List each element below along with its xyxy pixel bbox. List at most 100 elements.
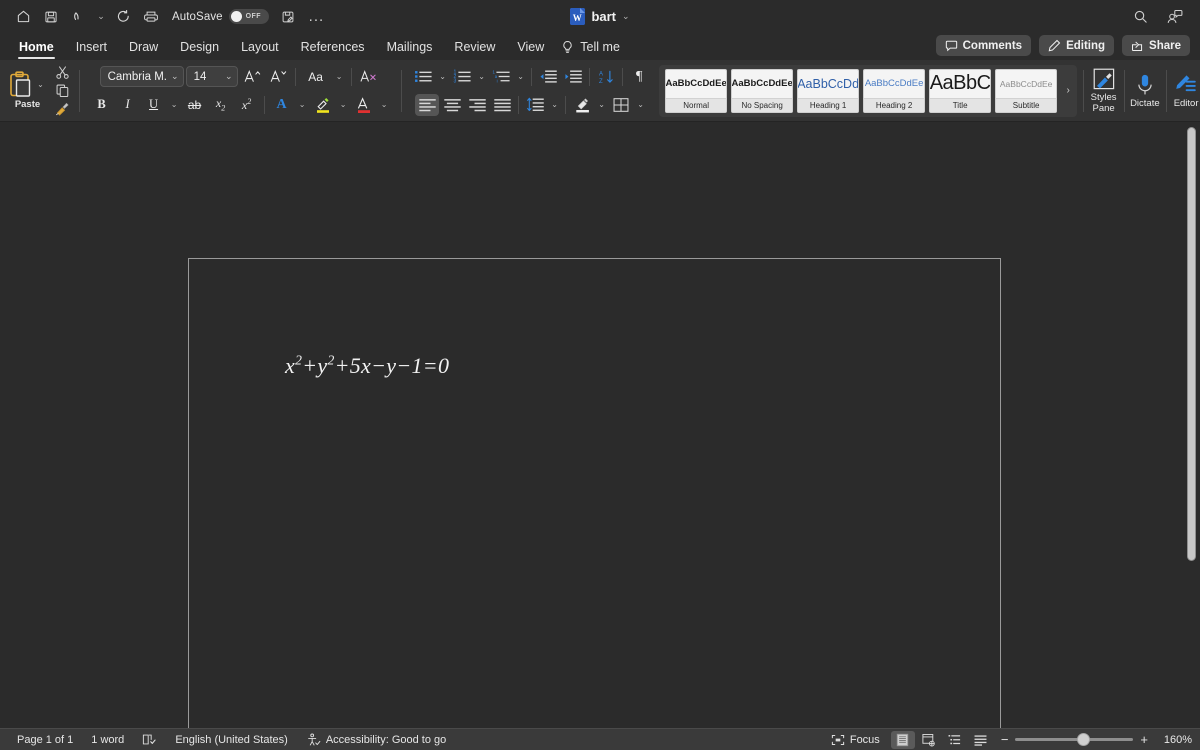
align-center-button[interactable] [440, 94, 464, 116]
format-painter-button[interactable] [51, 100, 73, 117]
save-as-icon[interactable] [275, 5, 301, 29]
subscript-button[interactable]: x2 [209, 94, 233, 116]
style-no-spacing[interactable]: AaBbCcDdEe No Spacing [731, 68, 794, 113]
text-effects-caret[interactable]: ⌄ [296, 94, 309, 116]
style-heading-1[interactable]: AaBbCcDd Heading 1 [797, 68, 860, 113]
zoom-handle[interactable] [1077, 733, 1091, 746]
bullets-caret[interactable]: ⌄ [436, 66, 449, 88]
italic-button[interactable]: I [116, 94, 140, 116]
decrease-indent-button[interactable] [536, 66, 560, 88]
shrink-font-button[interactable] [266, 66, 290, 88]
print-layout-view-button[interactable] [890, 730, 915, 749]
tab-references[interactable]: References [290, 40, 376, 60]
zoom-out-button[interactable]: − [1001, 733, 1009, 746]
sort-button[interactable]: A Z [594, 66, 618, 88]
style-heading-2[interactable]: AaBbCcDdEe Heading 2 [863, 68, 926, 113]
multilevel-caret[interactable]: ⌄ [514, 66, 527, 88]
cut-button[interactable] [51, 64, 73, 81]
show-formatting-marks-button[interactable]: ¶ [627, 66, 651, 88]
tab-layout[interactable]: Layout [230, 40, 290, 60]
page-indicator[interactable]: Page 1 of 1 [8, 731, 82, 749]
focus-mode-button[interactable]: Focus [822, 731, 889, 749]
superscript-button[interactable]: x2 [235, 94, 259, 116]
zoom-slider[interactable]: − + [995, 733, 1154, 746]
editing-button[interactable]: Editing [1039, 35, 1115, 56]
draft-view-button[interactable] [969, 731, 993, 749]
home-icon[interactable] [10, 5, 36, 29]
multilevel-list-button[interactable]: 1 a i [489, 66, 513, 88]
chevron-down-icon[interactable]: ⌄ [225, 71, 233, 82]
copy-button[interactable] [51, 82, 73, 99]
zoom-in-button[interactable]: + [1140, 733, 1148, 746]
styles-pane-button[interactable]: Styles Pane [1090, 60, 1118, 121]
line-spacing-button[interactable] [523, 94, 547, 116]
shading-button[interactable] [570, 94, 594, 116]
print-icon[interactable] [138, 5, 164, 29]
style-subtitle[interactable]: AaBbCcDdEe Subtitle [995, 68, 1058, 113]
word-count[interactable]: 1 word [82, 731, 133, 749]
tab-review[interactable]: Review [443, 40, 506, 60]
tab-mailings[interactable]: Mailings [376, 40, 444, 60]
change-case-caret[interactable]: ⌄ [333, 66, 346, 88]
tell-me-button[interactable]: Tell me [555, 40, 630, 60]
highlight-caret[interactable]: ⌄ [337, 94, 350, 116]
search-icon[interactable] [1128, 5, 1152, 29]
autosave-toggle[interactable]: AutoSave OFF [166, 9, 273, 24]
autosave-switch[interactable]: OFF [228, 9, 269, 24]
borders-caret[interactable]: ⌄ [634, 94, 647, 116]
document-canvas[interactable]: x2+y2+5x−y−1=0 [0, 122, 1200, 728]
zoom-track[interactable] [1015, 733, 1134, 746]
editor-button[interactable]: Editor [1172, 60, 1200, 121]
vertical-scrollbar[interactable] [1187, 127, 1196, 561]
chevron-down-icon[interactable]: ⌄ [171, 71, 179, 82]
align-left-button[interactable] [415, 93, 440, 116]
bold-button[interactable]: B [90, 94, 114, 116]
bullets-button[interactable] [411, 66, 435, 88]
clear-formatting-button[interactable] [357, 66, 381, 88]
dictate-button[interactable]: Dictate [1130, 60, 1160, 121]
document-title[interactable]: bart [591, 9, 616, 24]
proofing-status[interactable] [133, 731, 166, 749]
account-icon[interactable] [1162, 5, 1186, 29]
styles-gallery-more-button[interactable]: › [1061, 85, 1075, 96]
outline-view-button[interactable] [943, 731, 967, 749]
change-case-button[interactable]: Aa [301, 66, 331, 88]
tab-home[interactable]: Home [8, 40, 65, 60]
title-dropdown-caret[interactable]: ⌄ [622, 11, 630, 22]
line-spacing-caret[interactable]: ⌄ [548, 94, 561, 116]
paste-button[interactable]: ⌄ Paste [0, 71, 49, 110]
save-icon[interactable] [38, 5, 64, 29]
numbering-caret[interactable]: ⌄ [475, 66, 488, 88]
font-color-button[interactable] [352, 94, 376, 116]
language-indicator[interactable]: English (United States) [166, 731, 297, 749]
redo-icon[interactable] [110, 5, 136, 29]
undo-dropdown-caret[interactable]: ⌄ [94, 5, 108, 29]
style-title[interactable]: AaBbC Title [929, 68, 992, 113]
grow-font-button[interactable] [240, 66, 264, 88]
font-name-combo[interactable]: Cambria M... ⌄ [99, 66, 184, 87]
comments-button[interactable]: Comments [935, 35, 1032, 56]
style-normal[interactable]: AaBbCcDdEe Normal [665, 68, 728, 113]
tab-draw[interactable]: Draw [118, 40, 169, 60]
paste-dropdown-caret[interactable]: ⌄ [34, 74, 47, 96]
text-effects-button[interactable]: A [270, 94, 294, 116]
justify-button[interactable] [490, 94, 514, 116]
document-page[interactable]: x2+y2+5x−y−1=0 [188, 258, 1001, 728]
equation-text[interactable]: x2+y2+5x−y−1=0 [285, 353, 449, 379]
borders-button[interactable] [609, 94, 633, 116]
tab-view[interactable]: View [506, 40, 555, 60]
font-color-caret[interactable]: ⌄ [378, 94, 391, 116]
shading-caret[interactable]: ⌄ [595, 94, 608, 116]
undo-icon[interactable] [66, 5, 92, 29]
font-size-combo[interactable]: 14 ⌄ [185, 66, 238, 87]
increase-indent-button[interactable] [561, 66, 585, 88]
underline-button[interactable]: U [142, 94, 166, 116]
zoom-level-label[interactable]: 160% [1156, 734, 1192, 746]
web-layout-view-button[interactable] [917, 731, 941, 749]
share-button[interactable]: Share [1122, 35, 1190, 56]
tab-design[interactable]: Design [169, 40, 230, 60]
accessibility-indicator[interactable]: Accessibility: Good to go [297, 731, 455, 749]
strikethrough-button[interactable]: ab [183, 94, 207, 116]
highlight-color-button[interactable] [311, 94, 335, 116]
numbering-button[interactable]: 1 2 3 [450, 66, 474, 88]
